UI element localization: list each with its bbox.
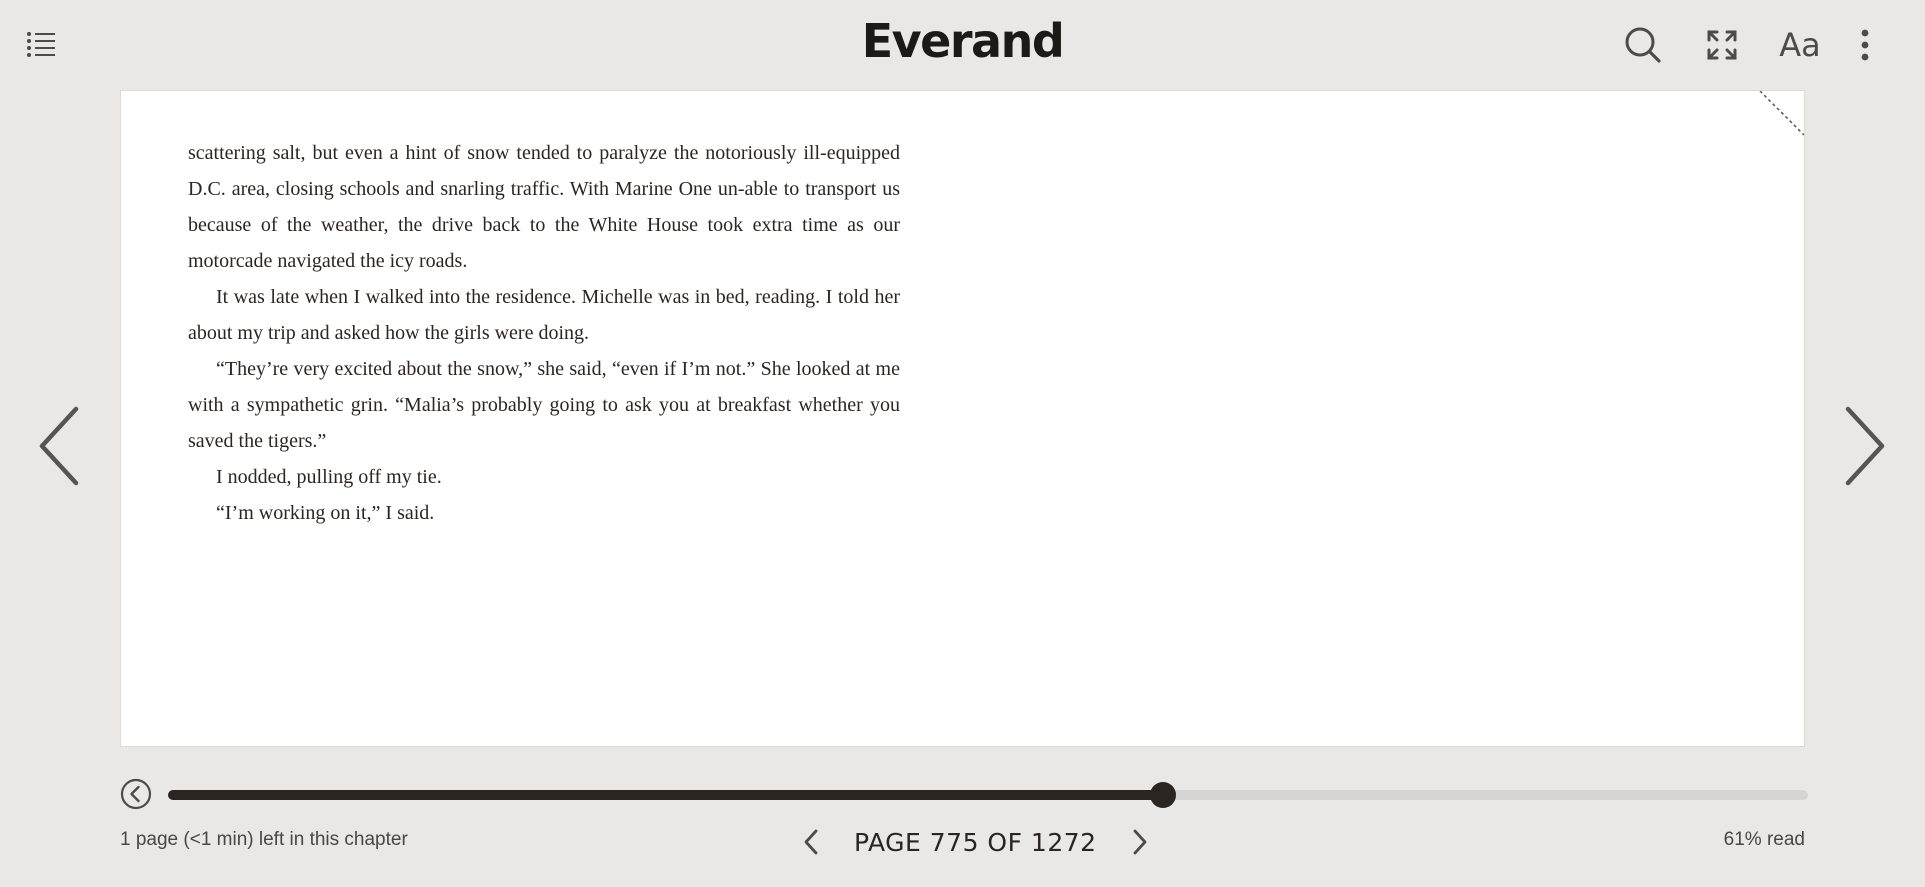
bookmark-corner[interactable] <box>1756 90 1805 139</box>
paragraph: scattering salt, but even a hint of snow… <box>188 142 900 272</box>
next-page-button[interactable] <box>1840 405 1888 487</box>
search-button[interactable] <box>1622 24 1664 66</box>
search-icon <box>1625 27 1661 63</box>
circle-chevron-left-icon <box>120 778 152 810</box>
font-settings-button[interactable]: Aa <box>1775 24 1825 66</box>
previous-page-button[interactable] <box>36 405 84 487</box>
pager-previous-button[interactable] <box>796 824 826 860</box>
progress-fill <box>168 790 1164 800</box>
percent-read: 61% read <box>1723 829 1805 850</box>
page-indicator: PAGE 775 OF 1272 <box>854 827 1097 857</box>
fullscreen-icon <box>1707 30 1737 60</box>
paragraph: It was late when I walked into the resid… <box>188 286 900 344</box>
book-page: scattering salt, but even a hint of snow… <box>120 90 1805 747</box>
reader-toolbar: Everand Aa <box>0 0 1925 90</box>
more-options-button[interactable] <box>1852 24 1878 66</box>
chevron-left-icon <box>804 829 818 855</box>
more-vertical-icon <box>1861 29 1869 61</box>
progress-thumb[interactable] <box>1150 782 1177 808</box>
page-text: scattering salt, but even a hint of snow… <box>188 135 900 531</box>
chevron-right-icon <box>1845 406 1885 486</box>
progress-slider[interactable] <box>168 782 1808 808</box>
pager-next-button[interactable] <box>1125 824 1155 860</box>
page-pager: PAGE 775 OF 1272 <box>796 822 1155 862</box>
reading-progress <box>120 775 1810 811</box>
chevron-right-icon <box>1133 829 1146 855</box>
paragraph: I nodded, pulling off my tie. <box>216 466 442 488</box>
chevron-left-icon <box>39 406 79 486</box>
return-to-position-button[interactable] <box>120 778 152 810</box>
paragraph: “I’m working on it,” I said. <box>216 502 435 524</box>
chapter-remaining: 1 page (<1 min) left in this chapter <box>120 829 408 850</box>
paragraph: “They’re very excited about the snow,” s… <box>188 358 900 452</box>
fullscreen-button[interactable] <box>1701 24 1743 66</box>
bookmark-fold-icon <box>1759 90 1805 136</box>
